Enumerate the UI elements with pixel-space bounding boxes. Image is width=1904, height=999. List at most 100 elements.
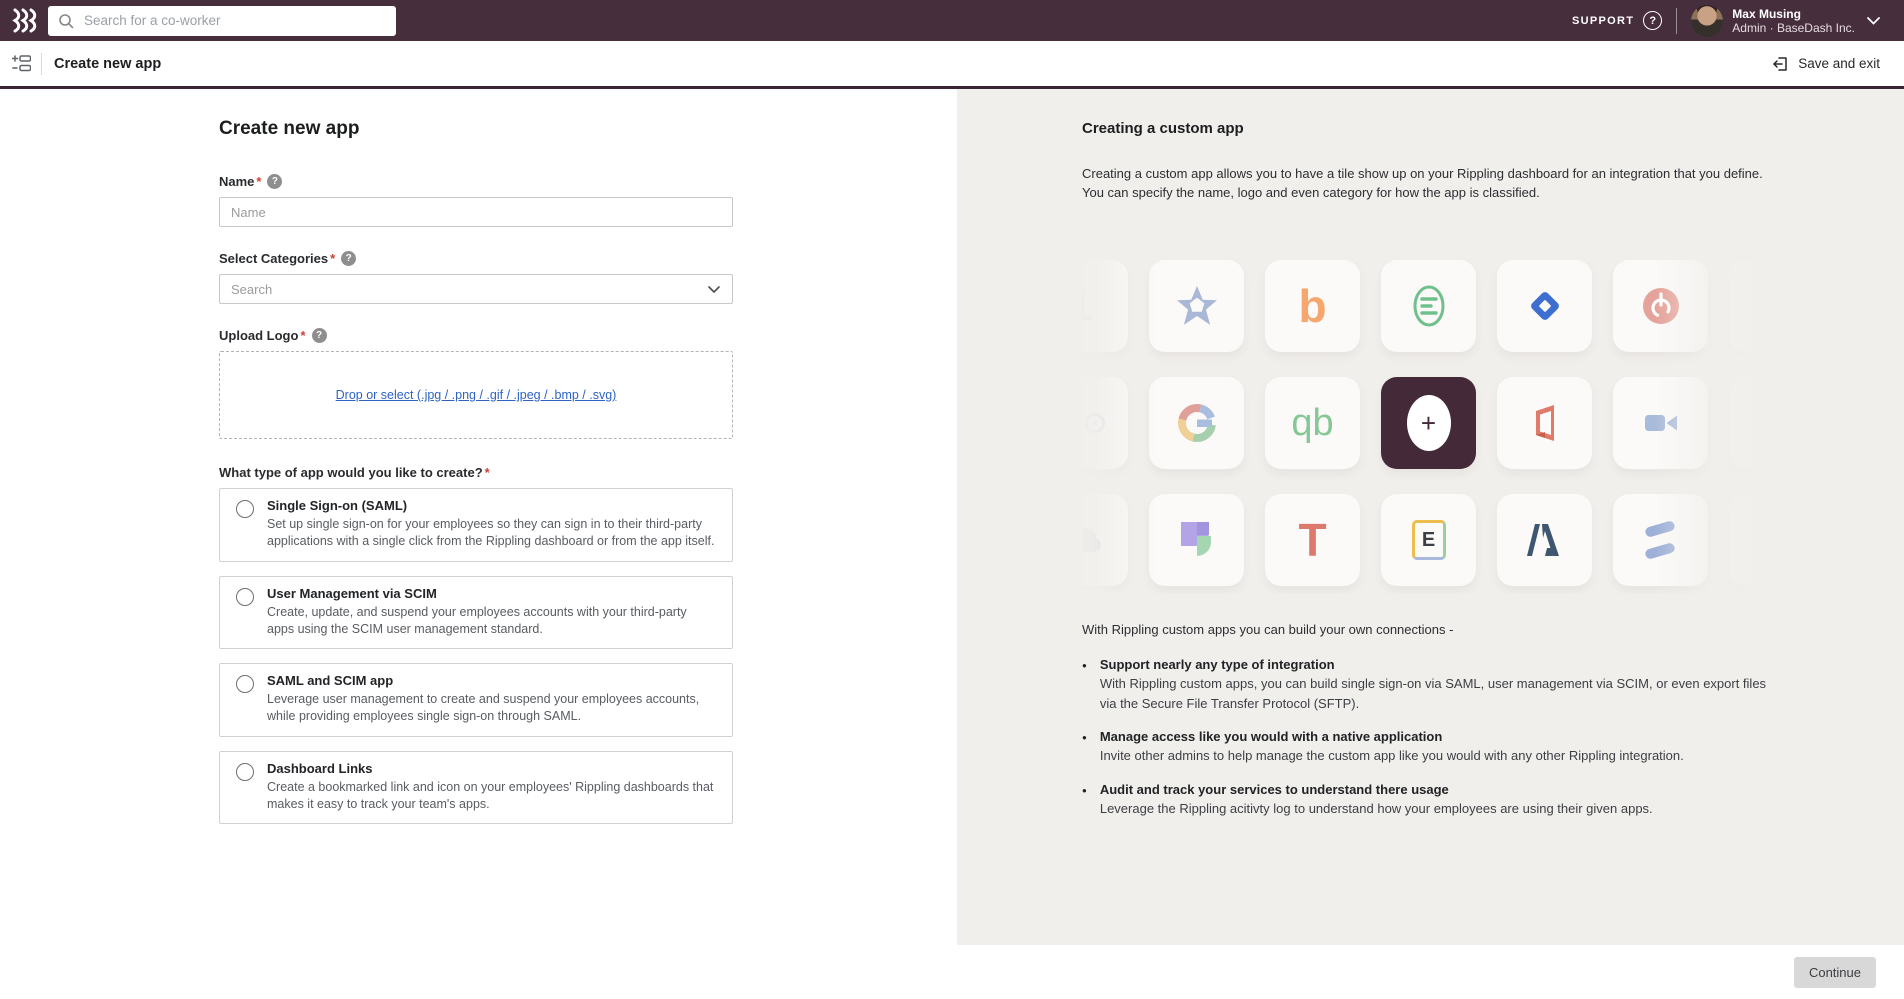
app-tile-video[interactable] [1613, 377, 1708, 469]
letter-b-icon: b [1298, 283, 1326, 329]
support-link[interactable]: SUPPORT [1572, 15, 1634, 27]
coworker-searchbox[interactable] [48, 6, 396, 36]
required-asterisk: * [300, 328, 305, 343]
confluence-icon [1644, 520, 1676, 538]
app-tile-atlassian[interactable] [1497, 494, 1592, 586]
categories-label: Select Categories* ? [219, 251, 733, 266]
radio-button[interactable] [236, 588, 254, 606]
onelogin-icon: 1 [1082, 284, 1093, 328]
dropbox-icon [1757, 286, 1776, 326]
name-input[interactable] [219, 197, 733, 227]
name-help-icon[interactable]: ? [267, 174, 282, 189]
app-tile-b[interactable]: b [1265, 260, 1360, 352]
bullet-icon: ● [1082, 782, 1087, 819]
power-circle-icon [1638, 283, 1684, 329]
option-title: Single Sign-on (SAML) [267, 498, 716, 513]
create-app-list-icon[interactable] [12, 54, 31, 73]
leaf-icon [1177, 518, 1217, 562]
option-saml-and-scim[interactable]: SAML and SCIM app Leverage user manageme… [219, 663, 733, 737]
rippling-logo[interactable] [12, 9, 38, 33]
footer: Continue [0, 945, 1904, 999]
categories-search-input[interactable] [219, 274, 733, 304]
radio-button[interactable] [236, 763, 254, 781]
categories-label-text: Select Categories [219, 251, 328, 266]
search-input[interactable] [82, 12, 386, 29]
name-label: Name* ? [219, 174, 733, 189]
toolbar-divider [41, 53, 42, 75]
bullet-description: Invite other admins to help manage the c… [1100, 746, 1684, 766]
option-description: Leverage user management to create and s… [267, 691, 716, 726]
app-tile-leaf[interactable] [1149, 494, 1244, 586]
app-tile-e[interactable]: E [1381, 494, 1476, 586]
app-tile-onelogin[interactable]: 1 [1082, 260, 1128, 352]
connections-line: With Rippling custom apps you can build … [1082, 622, 1904, 637]
jira-diamond-icon [1523, 284, 1567, 328]
option-description: Set up single sign-on for your employees… [267, 516, 716, 551]
benefits-list: ● Support nearly any type of integration… [1082, 657, 1782, 818]
app-tile-quickbooks[interactable]: qb [1265, 377, 1360, 469]
help-icon[interactable]: ? [1643, 11, 1662, 30]
toolbar: Create new app Save and exit [0, 41, 1904, 89]
xero-circle-icon [1084, 412, 1106, 434]
app-type-field: What type of app would you like to creat… [219, 465, 733, 824]
app-tile-asana[interactable] [1729, 494, 1775, 586]
continue-button[interactable]: Continue [1794, 957, 1876, 988]
logo-help-icon[interactable]: ? [312, 328, 327, 343]
app-tile-dropbox[interactable] [1729, 260, 1775, 352]
logo-dropzone[interactable]: Drop or select (.jpg / .png / .gif / .jp… [219, 351, 733, 439]
avatar[interactable] [1691, 5, 1723, 37]
logo-upload-link[interactable]: Drop or select (.jpg / .png / .gif / .jp… [336, 388, 617, 402]
letter-t-icon: T [1298, 517, 1326, 563]
list-item: ● Audit and track your services to under… [1082, 782, 1782, 819]
app-type-label-text: What type of app would you like to creat… [219, 465, 483, 480]
app-tile-star[interactable] [1149, 260, 1244, 352]
name-label-text: Name [219, 174, 254, 189]
app-tile-green-oval[interactable] [1381, 260, 1476, 352]
app-tile-cloud[interactable] [1082, 494, 1128, 586]
app-tile-sage[interactable]: sa [1729, 377, 1775, 469]
option-dashboard-links[interactable]: Dashboard Links Create a bookmarked link… [219, 751, 733, 825]
letter-e-icon: E [1412, 520, 1446, 560]
topbar-divider [1676, 8, 1677, 34]
exit-icon [1771, 55, 1789, 73]
app-tile-power[interactable] [1613, 260, 1708, 352]
chevron-down-icon[interactable] [1867, 17, 1880, 25]
app-tile-t[interactable]: T [1265, 494, 1360, 586]
form-heading: Create new app [219, 118, 733, 140]
quickbooks-icon: qb [1291, 404, 1333, 442]
radio-button[interactable] [236, 500, 254, 518]
logo-field: Upload Logo* ? Drop or select (.jpg / .p… [219, 328, 733, 439]
logo-label-text: Upload Logo [219, 328, 298, 343]
confluence-icon [1644, 542, 1676, 560]
app-tile-google[interactable] [1149, 377, 1244, 469]
app-tile-grid: 1 b [1082, 260, 1775, 594]
video-camera-icon [1640, 402, 1682, 444]
rippling-logo-icon [12, 8, 38, 33]
green-oval-lines-icon [1408, 282, 1450, 330]
form-panel: Create new app Name* ? Select Categories… [0, 89, 957, 945]
user-name: Max Musing [1732, 7, 1855, 21]
app-tile-confluence[interactable] [1613, 494, 1708, 586]
bullet-description: Leverage the Rippling acitivty log to un… [1100, 799, 1653, 819]
app-tile-jira[interactable] [1497, 260, 1592, 352]
option-title: Dashboard Links [267, 761, 716, 776]
bullet-title: Audit and track your services to underst… [1100, 782, 1653, 797]
bullet-icon: ● [1082, 657, 1087, 713]
option-title: User Management via SCIM [267, 586, 716, 601]
save-and-exit-button[interactable]: Save and exit [1771, 55, 1880, 73]
atlassian-a-icon [1523, 520, 1567, 560]
search-icon [58, 13, 74, 29]
categories-select[interactable] [219, 274, 733, 304]
radio-button[interactable] [236, 675, 254, 693]
app-tile-custom-plus[interactable]: + [1381, 377, 1476, 469]
option-single-sign-on[interactable]: Single Sign-on (SAML) Set up single sign… [219, 488, 733, 562]
app-tile-xero[interactable]: ro [1082, 377, 1128, 469]
bullet-title: Support nearly any type of integration [1100, 657, 1782, 672]
option-description: Create a bookmarked link and icon on you… [267, 779, 716, 814]
app-tile-office[interactable] [1497, 377, 1592, 469]
bullet-title: Manage access like you would with a nati… [1100, 729, 1684, 744]
categories-help-icon[interactable]: ? [341, 251, 356, 266]
account-menu[interactable]: Max Musing Admin · BaseDash Inc. [1732, 7, 1855, 35]
option-user-management-scim[interactable]: User Management via SCIM Create, update,… [219, 576, 733, 650]
logo-label: Upload Logo* ? [219, 328, 733, 343]
